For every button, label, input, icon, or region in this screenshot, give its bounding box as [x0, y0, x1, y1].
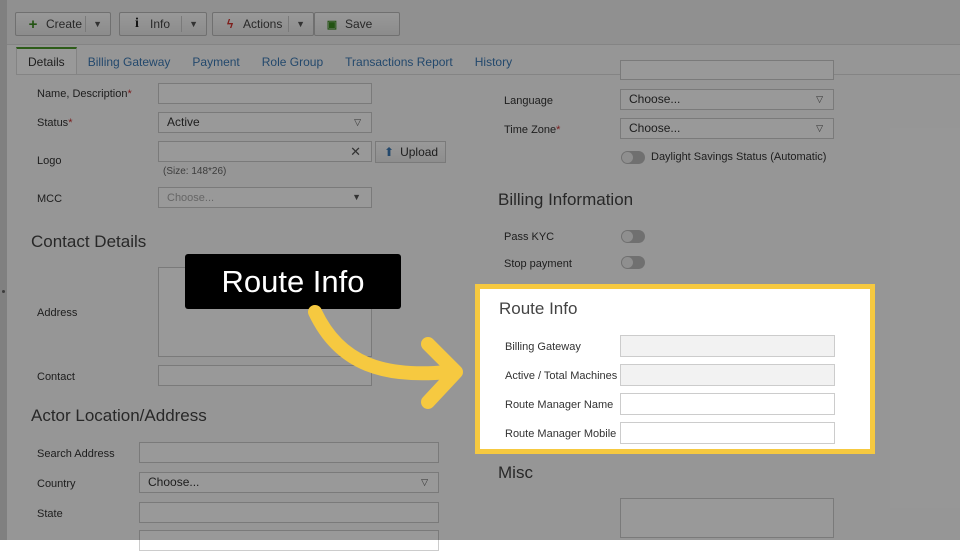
route-info-heading: Route Info — [499, 299, 578, 318]
route-info-highlight: Route Info Billing Gateway Active / Tota… — [475, 284, 875, 454]
route-manager-name-label: Route Manager Name — [505, 399, 614, 411]
route-info-callout: Route Info — [185, 254, 401, 309]
billing-gateway-label: Billing Gateway — [505, 341, 581, 353]
billing-gateway-input[interactable] — [620, 335, 835, 357]
route-manager-mobile-input[interactable] — [620, 422, 835, 444]
route-manager-name-input[interactable] — [620, 393, 835, 415]
dim-overlay — [0, 0, 960, 540]
route-manager-mobile-label: Route Manager Mobile — [505, 428, 617, 440]
active-total-machines-label: Active / Total Machines — [505, 370, 618, 382]
active-total-machines-input[interactable] — [620, 364, 835, 386]
